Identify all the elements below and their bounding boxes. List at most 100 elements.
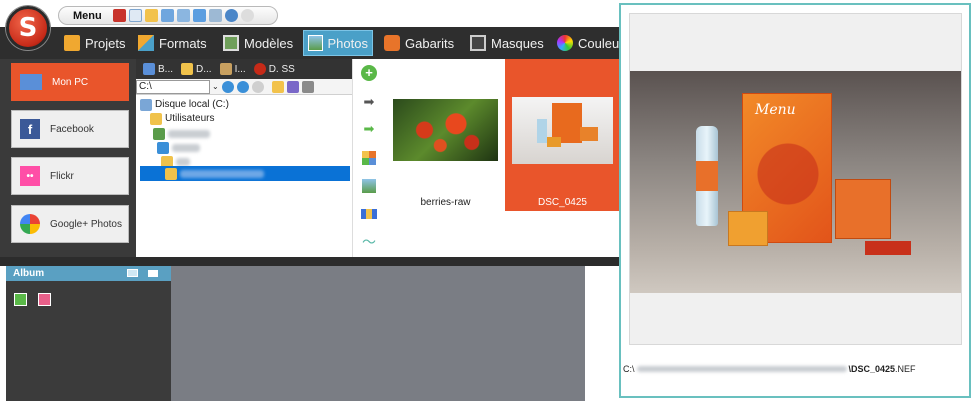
- blurred-folder-name: [172, 143, 200, 152]
- thumbnail-berries-raw[interactable]: [393, 99, 498, 161]
- forward-icon[interactable]: [251, 80, 264, 93]
- source-google-photos[interactable]: Google+ Photos: [11, 205, 129, 243]
- open-folder-icon[interactable]: [144, 9, 158, 22]
- bottle-label: [696, 161, 718, 191]
- add-photo-icon[interactable]: +: [360, 65, 378, 81]
- link-icon[interactable]: [224, 9, 238, 22]
- tree-item-folder[interactable]: [154, 141, 200, 154]
- thumbnail-dsc-0425[interactable]: DSC_0425: [505, 59, 620, 211]
- monitor-icon[interactable]: [127, 269, 138, 277]
- add-album-icon[interactable]: [14, 293, 27, 306]
- save-as-icon[interactable]: [176, 9, 190, 22]
- tree-item-user[interactable]: [150, 127, 210, 140]
- photo-preview-window: Menu C:\ \DSC_0425 .NEF: [619, 3, 971, 398]
- favorites-icon[interactable]: [271, 80, 284, 93]
- flickr-icon: ••: [20, 166, 40, 186]
- tab-label: Gabarits: [405, 35, 455, 51]
- thumbnail-label: berries-raw: [420, 197, 471, 208]
- dropdown-arrow-icon[interactable]: ⌄: [212, 82, 219, 91]
- tree-tab-dss[interactable]: D. SS: [251, 63, 295, 75]
- user-icon: [153, 127, 165, 140]
- tree-item-selected-folder[interactable]: [162, 167, 264, 180]
- quick-access-toolbar: Menu: [58, 6, 278, 25]
- add-all-icon[interactable]: ➡: [360, 121, 378, 137]
- source-facebook[interactable]: f Facebook: [11, 110, 129, 148]
- arrow-right-icon[interactable]: ➡: [360, 94, 378, 110]
- app-small-icon: [253, 63, 266, 75]
- preview-photo[interactable]: Menu: [630, 71, 961, 293]
- blurred-folder-name: [168, 129, 210, 138]
- path-file: \DSC_0425: [848, 364, 896, 374]
- folder-icon: [181, 63, 194, 75]
- path-extension: .NEF: [895, 364, 916, 374]
- tree-tab-label: D...: [196, 63, 212, 75]
- source-label: Google+ Photos: [50, 218, 122, 230]
- settings-icon[interactable]: [301, 80, 314, 93]
- source-mon-pc[interactable]: Mon PC: [11, 63, 129, 101]
- menu-button[interactable]: Menu: [73, 10, 102, 22]
- photos-icon: [308, 35, 323, 51]
- image-icon[interactable]: [360, 178, 378, 194]
- computer-icon: [143, 63, 155, 75]
- tree-tab-label: D. SS: [268, 63, 295, 75]
- refresh-icon[interactable]: [221, 80, 234, 93]
- box-shape: [547, 137, 561, 147]
- tab-label: Couleu: [578, 35, 620, 51]
- puzzle-icon: [384, 35, 400, 51]
- photo-actions: + ➡ ➡ 〜: [352, 59, 382, 257]
- path-prefix: C:\: [623, 364, 635, 374]
- source-menu: Mon PC f Facebook •• Flickr Google+ Phot…: [0, 59, 136, 257]
- blurred-folder-name: [180, 169, 264, 178]
- formats-icon: [138, 35, 154, 51]
- path-input[interactable]: C:\: [136, 79, 210, 94]
- color-wheel-icon: [557, 35, 573, 51]
- filmstrip-icon[interactable]: [360, 206, 378, 222]
- tab-modeles[interactable]: Modèles: [219, 30, 297, 56]
- images-icon: [219, 63, 232, 75]
- source-label: Mon PC: [52, 76, 89, 88]
- curve-icon[interactable]: 〜: [360, 234, 378, 250]
- filter-icon[interactable]: [286, 80, 299, 93]
- card-shape: [580, 127, 598, 141]
- tree-tab-b[interactable]: B...: [140, 63, 173, 75]
- album-title: Album: [13, 268, 45, 279]
- grid-layout-icon[interactable]: [360, 150, 378, 166]
- gift-box: [728, 211, 768, 246]
- thumbnail-label: DSC_0425: [538, 197, 587, 208]
- tree-item-users[interactable]: Utilisateurs: [147, 112, 214, 125]
- folder-icon: [165, 167, 177, 180]
- export-icon[interactable]: [192, 9, 206, 22]
- tab-label: Formats: [159, 35, 207, 51]
- folder-icon: [64, 35, 80, 51]
- tab-label: Projets: [85, 35, 126, 51]
- water-bottle: [696, 126, 718, 226]
- back-icon[interactable]: [236, 80, 249, 93]
- tab-masques[interactable]: Masques: [466, 30, 548, 56]
- place-cards: [865, 241, 911, 255]
- folder-tree-panel: B... D... I... D. SS C:\ ⌄ Disque local …: [136, 59, 352, 257]
- remove-album-icon[interactable]: [38, 293, 51, 306]
- templates-icon: [223, 35, 239, 51]
- tree-tab-d[interactable]: D...: [178, 63, 212, 75]
- tab-gabarits[interactable]: Gabarits: [380, 30, 458, 56]
- tab-couleurs[interactable]: Couleu: [553, 30, 623, 56]
- source-flickr[interactable]: •• Flickr: [11, 157, 129, 195]
- computer-icon: [20, 74, 42, 90]
- new-file-icon[interactable]: [128, 9, 142, 22]
- save-icon[interactable]: [160, 9, 174, 22]
- layout-canvas[interactable]: [171, 266, 585, 401]
- print-icon[interactable]: [208, 9, 222, 22]
- tree-item-drive[interactable]: Disque local (C:): [140, 98, 229, 111]
- app-logo[interactable]: S: [6, 6, 50, 50]
- tools-icon[interactable]: [112, 9, 126, 22]
- tab-photos[interactable]: Photos: [303, 30, 373, 56]
- help-icon[interactable]: [240, 9, 254, 22]
- tree-tab-i[interactable]: I...: [217, 63, 246, 75]
- thumbnail-image: [512, 97, 613, 164]
- tab-formats[interactable]: Formats: [134, 30, 211, 56]
- tree-label: Utilisateurs: [165, 113, 215, 124]
- drive-icon: [140, 98, 152, 111]
- tab-projets[interactable]: Projets: [60, 30, 129, 56]
- collapse-icon[interactable]: [148, 270, 158, 277]
- tab-label: Modèles: [244, 35, 294, 51]
